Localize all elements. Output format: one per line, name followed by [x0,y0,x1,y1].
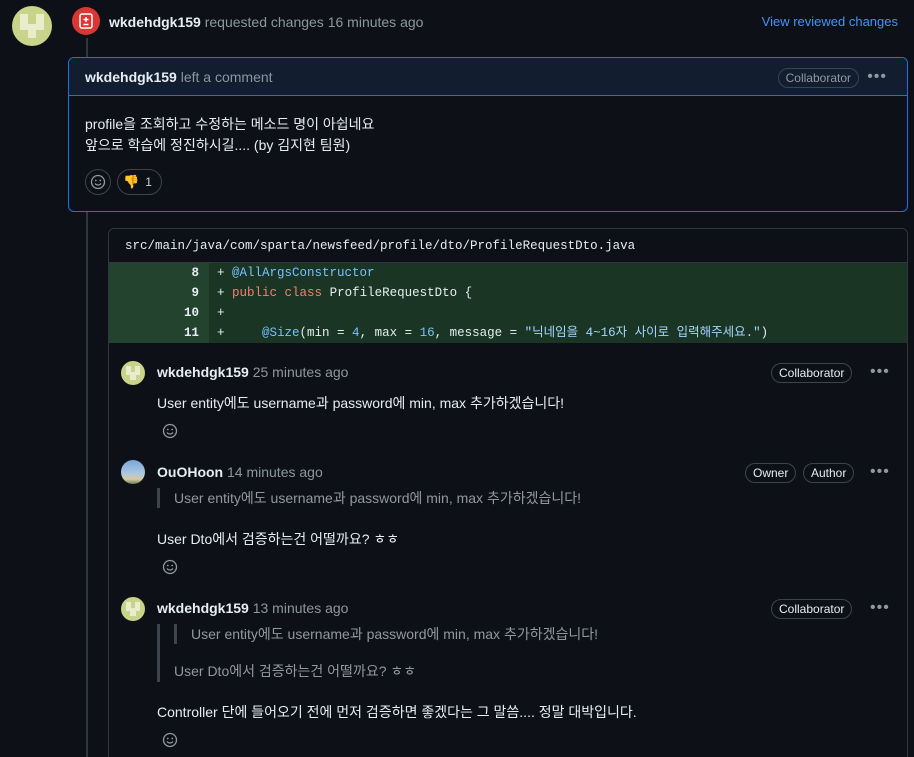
collaborator-badge: Collaborator [771,599,853,619]
thumbs-down-reaction[interactable]: 👎 1 [117,169,162,195]
kebab-horizontal-icon[interactable]: ••• [867,69,887,85]
smiley-icon[interactable] [85,169,111,195]
thread-comment-header: wkdehdgk159 13 minutes ago [157,600,348,616]
avatar[interactable] [121,597,145,621]
avatar[interactable] [121,361,145,385]
comment-line-1: profile을 조회하고 수정하는 메소드 명이 아쉽네요 [85,116,375,132]
file-diff-icon [72,7,100,35]
reactions-bar: 👎 1 [85,169,162,195]
collaborator-badge: Collaborator [771,363,853,383]
quote-border [157,624,160,682]
diff-hunk: 8 + @AllArgsConstructor 9 + public class… [109,263,907,343]
quoted-reply: User entity에도 username과 password에 min, m… [157,488,581,508]
line-number[interactable]: 10 [109,303,209,323]
identicon-image [12,6,52,46]
smiley-icon[interactable] [158,728,182,752]
thread-comment-header: wkdehdgk159 25 minutes ago [157,364,348,380]
comment-header: wkdehdgk159 left a comment Collaborator … [69,58,907,96]
line-number[interactable]: 11 [109,323,209,343]
kebab-horizontal-icon[interactable]: ••• [870,464,890,480]
diff-line: 8 + @AllArgsConstructor [109,263,907,283]
diff-line: 9 + public class ProfileRequestDto { [109,283,907,303]
comment-author-link[interactable]: wkdehdgk159 [157,600,249,616]
review-comment-box: wkdehdgk159 left a comment Collaborator … [68,57,908,212]
kebab-horizontal-icon[interactable]: ••• [870,600,890,616]
line-number[interactable]: 8 [109,263,209,283]
diff-code: + public class ProfileRequestDto { [217,286,473,300]
diff-code: + [217,306,225,320]
avatar[interactable] [121,460,145,484]
nested-quote: User entity에도 username과 password에 min, m… [174,624,598,644]
diff-line: 11 + @Size(min = 4, max = 16, message = … [109,323,907,343]
collaborator-badge: Collaborator [777,68,859,88]
diff-line: 10 + [109,303,907,323]
reviewer-avatar[interactable] [12,6,52,46]
comment-text: User Dto에서 검증하는건 어떨까요? ㅎㅎ [157,531,400,547]
view-reviewed-changes-link[interactable]: View reviewed changes [762,14,898,29]
comment-author-link[interactable]: wkdehdgk159 [157,364,249,380]
review-header: wkdehdgk159 requested changes 16 minutes… [109,14,423,30]
review-time[interactable]: 16 minutes ago [328,14,424,30]
comment-author-link[interactable]: wkdehdgk159 [85,69,177,85]
comment-time[interactable]: 25 minutes ago [253,364,349,380]
thread-connector-line [86,212,88,757]
line-number[interactable]: 9 [109,283,209,303]
comment-action: left a comment [180,69,273,85]
comment-line-2: 앞으로 학습에 정진하시길.... (by 김지현 팀원) [85,137,351,153]
review-author-link[interactable]: wkdehdgk159 [109,14,201,30]
review-action: requested changes [204,14,324,30]
kebab-horizontal-icon[interactable]: ••• [870,364,890,380]
file-path[interactable]: src/main/java/com/sparta/newsfeed/profil… [109,229,907,263]
comment-author-link[interactable]: OuOHoon [157,464,223,480]
thread-comment-header: OuOHoon 14 minutes ago [157,464,323,480]
comment-author-line: wkdehdgk159 left a comment [85,69,273,85]
identicon-image [121,597,145,621]
comment-text: Controller 단에 들어오기 전에 먼저 검증하면 좋겠다는 그 말씀.… [157,704,637,720]
diff-code: + @Size(min = 4, max = 16, message = "닉네… [217,326,769,340]
comment-body: profile을 조회하고 수정하는 메소드 명이 아쉽네요 앞으로 학습에 정… [69,96,907,156]
smiley-icon[interactable] [158,555,182,579]
thumbs-down-icon: 👎 [123,174,140,189]
owner-badge: Owner [745,463,797,483]
comment-time[interactable]: 14 minutes ago [227,464,323,480]
smiley-icon[interactable] [158,419,182,443]
diff-code: + @AllArgsConstructor [217,266,375,280]
author-badge: Author [803,463,855,483]
comment-text: User entity에도 username과 password에 min, m… [157,395,564,411]
comment-time[interactable]: 13 minutes ago [253,600,349,616]
quoted-reply: User Dto에서 검증하는건 어떨까요? ㅎㅎ [174,663,417,679]
identicon-image [121,361,145,385]
reaction-count: 1 [145,175,152,189]
